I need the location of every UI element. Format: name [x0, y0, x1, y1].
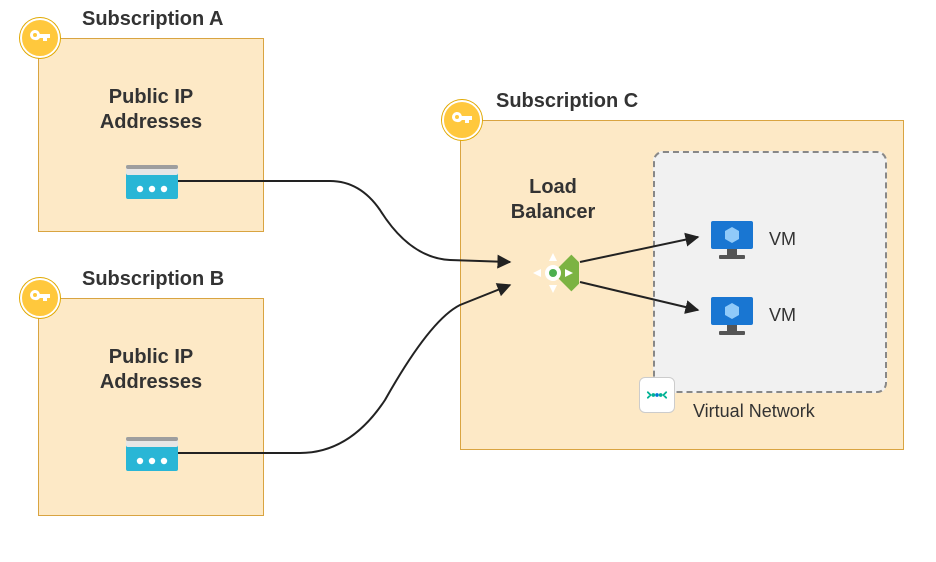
virtual-network-label: Virtual Network	[693, 401, 815, 422]
subscription-a-content-label: Public IP Addresses	[39, 85, 263, 135]
load-balancer-icon	[527, 247, 579, 299]
subscription-c-box: Load Balancer	[460, 120, 904, 450]
vm-1-label: VM	[769, 229, 796, 250]
subscription-a-box: Public IP Addresses	[38, 38, 264, 232]
vm-icon	[709, 217, 755, 263]
load-balancer-label: Load Balancer	[493, 175, 613, 225]
subscription-c-title: Subscription C	[496, 90, 638, 113]
key-icon	[20, 18, 60, 58]
vnet-icon	[639, 377, 675, 413]
subscription-b-title: Subscription B	[82, 268, 224, 291]
architecture-diagram: Subscription A Public IP Addresses Subsc…	[0, 0, 936, 562]
subscription-b-box: Public IP Addresses	[38, 298, 264, 516]
virtual-network-box: VM VM	[653, 151, 887, 393]
subscription-b-content-label: Public IP Addresses	[39, 345, 263, 395]
key-icon	[20, 278, 60, 318]
vm-2-label: VM	[769, 305, 796, 326]
public-ip-icon	[124, 159, 180, 205]
public-ip-icon	[124, 431, 180, 477]
key-icon	[442, 100, 482, 140]
subscription-a-title: Subscription A	[82, 8, 223, 31]
vm-icon	[709, 293, 755, 339]
